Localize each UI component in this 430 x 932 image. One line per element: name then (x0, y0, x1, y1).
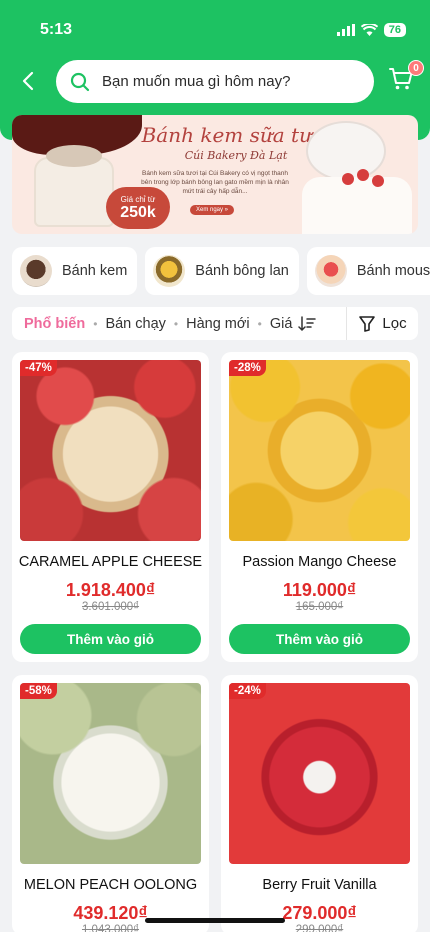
signal-icon (336, 24, 355, 36)
status-bar: 5:13 76 (40, 20, 406, 40)
wifi-icon (360, 24, 378, 36)
product-card[interactable]: -47% CARAMEL APPLE CHEESE 1.918.400₫ 3.6… (12, 352, 209, 662)
status-time: 5:13 (40, 21, 73, 38)
category-item-banh-kem[interactable]: Bánh kem (12, 247, 138, 295)
sort-price-label: Giá (269, 315, 293, 332)
battery-indicator: 76 (383, 23, 406, 37)
banner-cta-button[interactable]: Xem ngay » (190, 205, 235, 215)
category-label: Bánh kem (62, 263, 128, 279)
product-name: MELON PEACH OOLONG (23, 877, 198, 893)
sort-descending-icon (298, 315, 317, 331)
category-thumbnail (153, 255, 186, 287)
sort-filter-bar: Phổ biến • Bán chạy • Hàng mới • Giá Lọc (12, 307, 418, 340)
back-button[interactable] (16, 66, 40, 96)
product-image: -28% (229, 360, 410, 541)
product-old-price: 299.000₫ (295, 924, 344, 932)
cart-count-badge: 0 (408, 60, 424, 76)
sort-popular[interactable]: Phổ biến (24, 316, 85, 332)
strawberry-decoration (372, 175, 384, 187)
category-label: Bánh mouss (356, 263, 430, 279)
category-label: Bánh bông lan (195, 263, 289, 279)
category-item-banh-mousse[interactable]: Bánh mouss (306, 247, 430, 295)
product-image: -47% (20, 360, 201, 541)
filter-button[interactable]: Lọc (346, 307, 418, 340)
product-old-price: 3.601.000₫ (81, 601, 140, 613)
product-old-price: 1.043.000₫ (81, 924, 140, 932)
strawberry-decoration (342, 173, 354, 185)
promo-banner[interactable]: Giá chỉ từ 250k Bánh kem sữa tươi Cúi Ba… (12, 115, 418, 234)
product-price: 119.000₫ (282, 580, 357, 600)
category-item-banh-bong-lan[interactable]: Bánh bông lan (145, 247, 299, 295)
strawberry-cake-image (302, 177, 412, 234)
separator-dot: • (257, 316, 262, 331)
product-image: -58% (20, 683, 201, 864)
cake-image (34, 145, 114, 227)
filter-icon (359, 315, 376, 332)
plate-image (306, 121, 386, 181)
search-icon (70, 72, 90, 91)
filter-label: Lọc (382, 315, 407, 332)
separator-dot: • (93, 316, 98, 331)
separator-dot: • (173, 316, 179, 331)
product-price: 1.918.400₫ (65, 580, 156, 600)
search-bar[interactable] (56, 60, 374, 103)
product-card[interactable]: -28% Passion Mango Cheese 119.000₫ 165.0… (221, 352, 418, 662)
sort-bestseller[interactable]: Bán chạy (105, 316, 165, 332)
search-input[interactable] (102, 73, 352, 90)
cart-button[interactable]: 0 (388, 60, 424, 96)
product-name: Passion Mango Cheese (242, 554, 397, 570)
sort-new[interactable]: Hàng mới (186, 316, 250, 332)
home-indicator (145, 918, 285, 923)
product-card[interactable]: -24% Berry Fruit Vanilla 279.000₫ 299.00… (221, 675, 418, 932)
product-card[interactable]: -58% MELON PEACH OOLONG 439.120₫ 1.043.0… (12, 675, 209, 932)
category-thumbnail (314, 255, 347, 287)
product-name: CARAMEL APPLE CHEESE (18, 554, 203, 570)
banner-description: Bánh kem sữa tươi tại Cúi Bakery có vị n… (141, 170, 289, 195)
add-to-cart-button[interactable]: Thêm vào giỏ (20, 624, 201, 654)
price-tag-value: 250k (120, 203, 156, 221)
discount-badge: -24% (229, 683, 266, 699)
product-old-price: 165.000₫ (295, 601, 344, 613)
strawberry-decoration (357, 169, 369, 181)
add-to-cart-button[interactable]: Thêm vào giỏ (229, 624, 410, 654)
category-list: Bánh kem Bánh bông lan Bánh mouss (12, 247, 430, 295)
discount-badge: -28% (229, 360, 266, 376)
product-name: Berry Fruit Vanilla (262, 877, 377, 893)
chevron-left-icon (22, 71, 34, 91)
discount-badge: -47% (20, 360, 57, 376)
sort-price[interactable]: Giá (270, 316, 317, 332)
product-image: -24% (229, 683, 410, 864)
category-thumbnail (20, 255, 52, 287)
discount-badge: -58% (20, 683, 57, 699)
